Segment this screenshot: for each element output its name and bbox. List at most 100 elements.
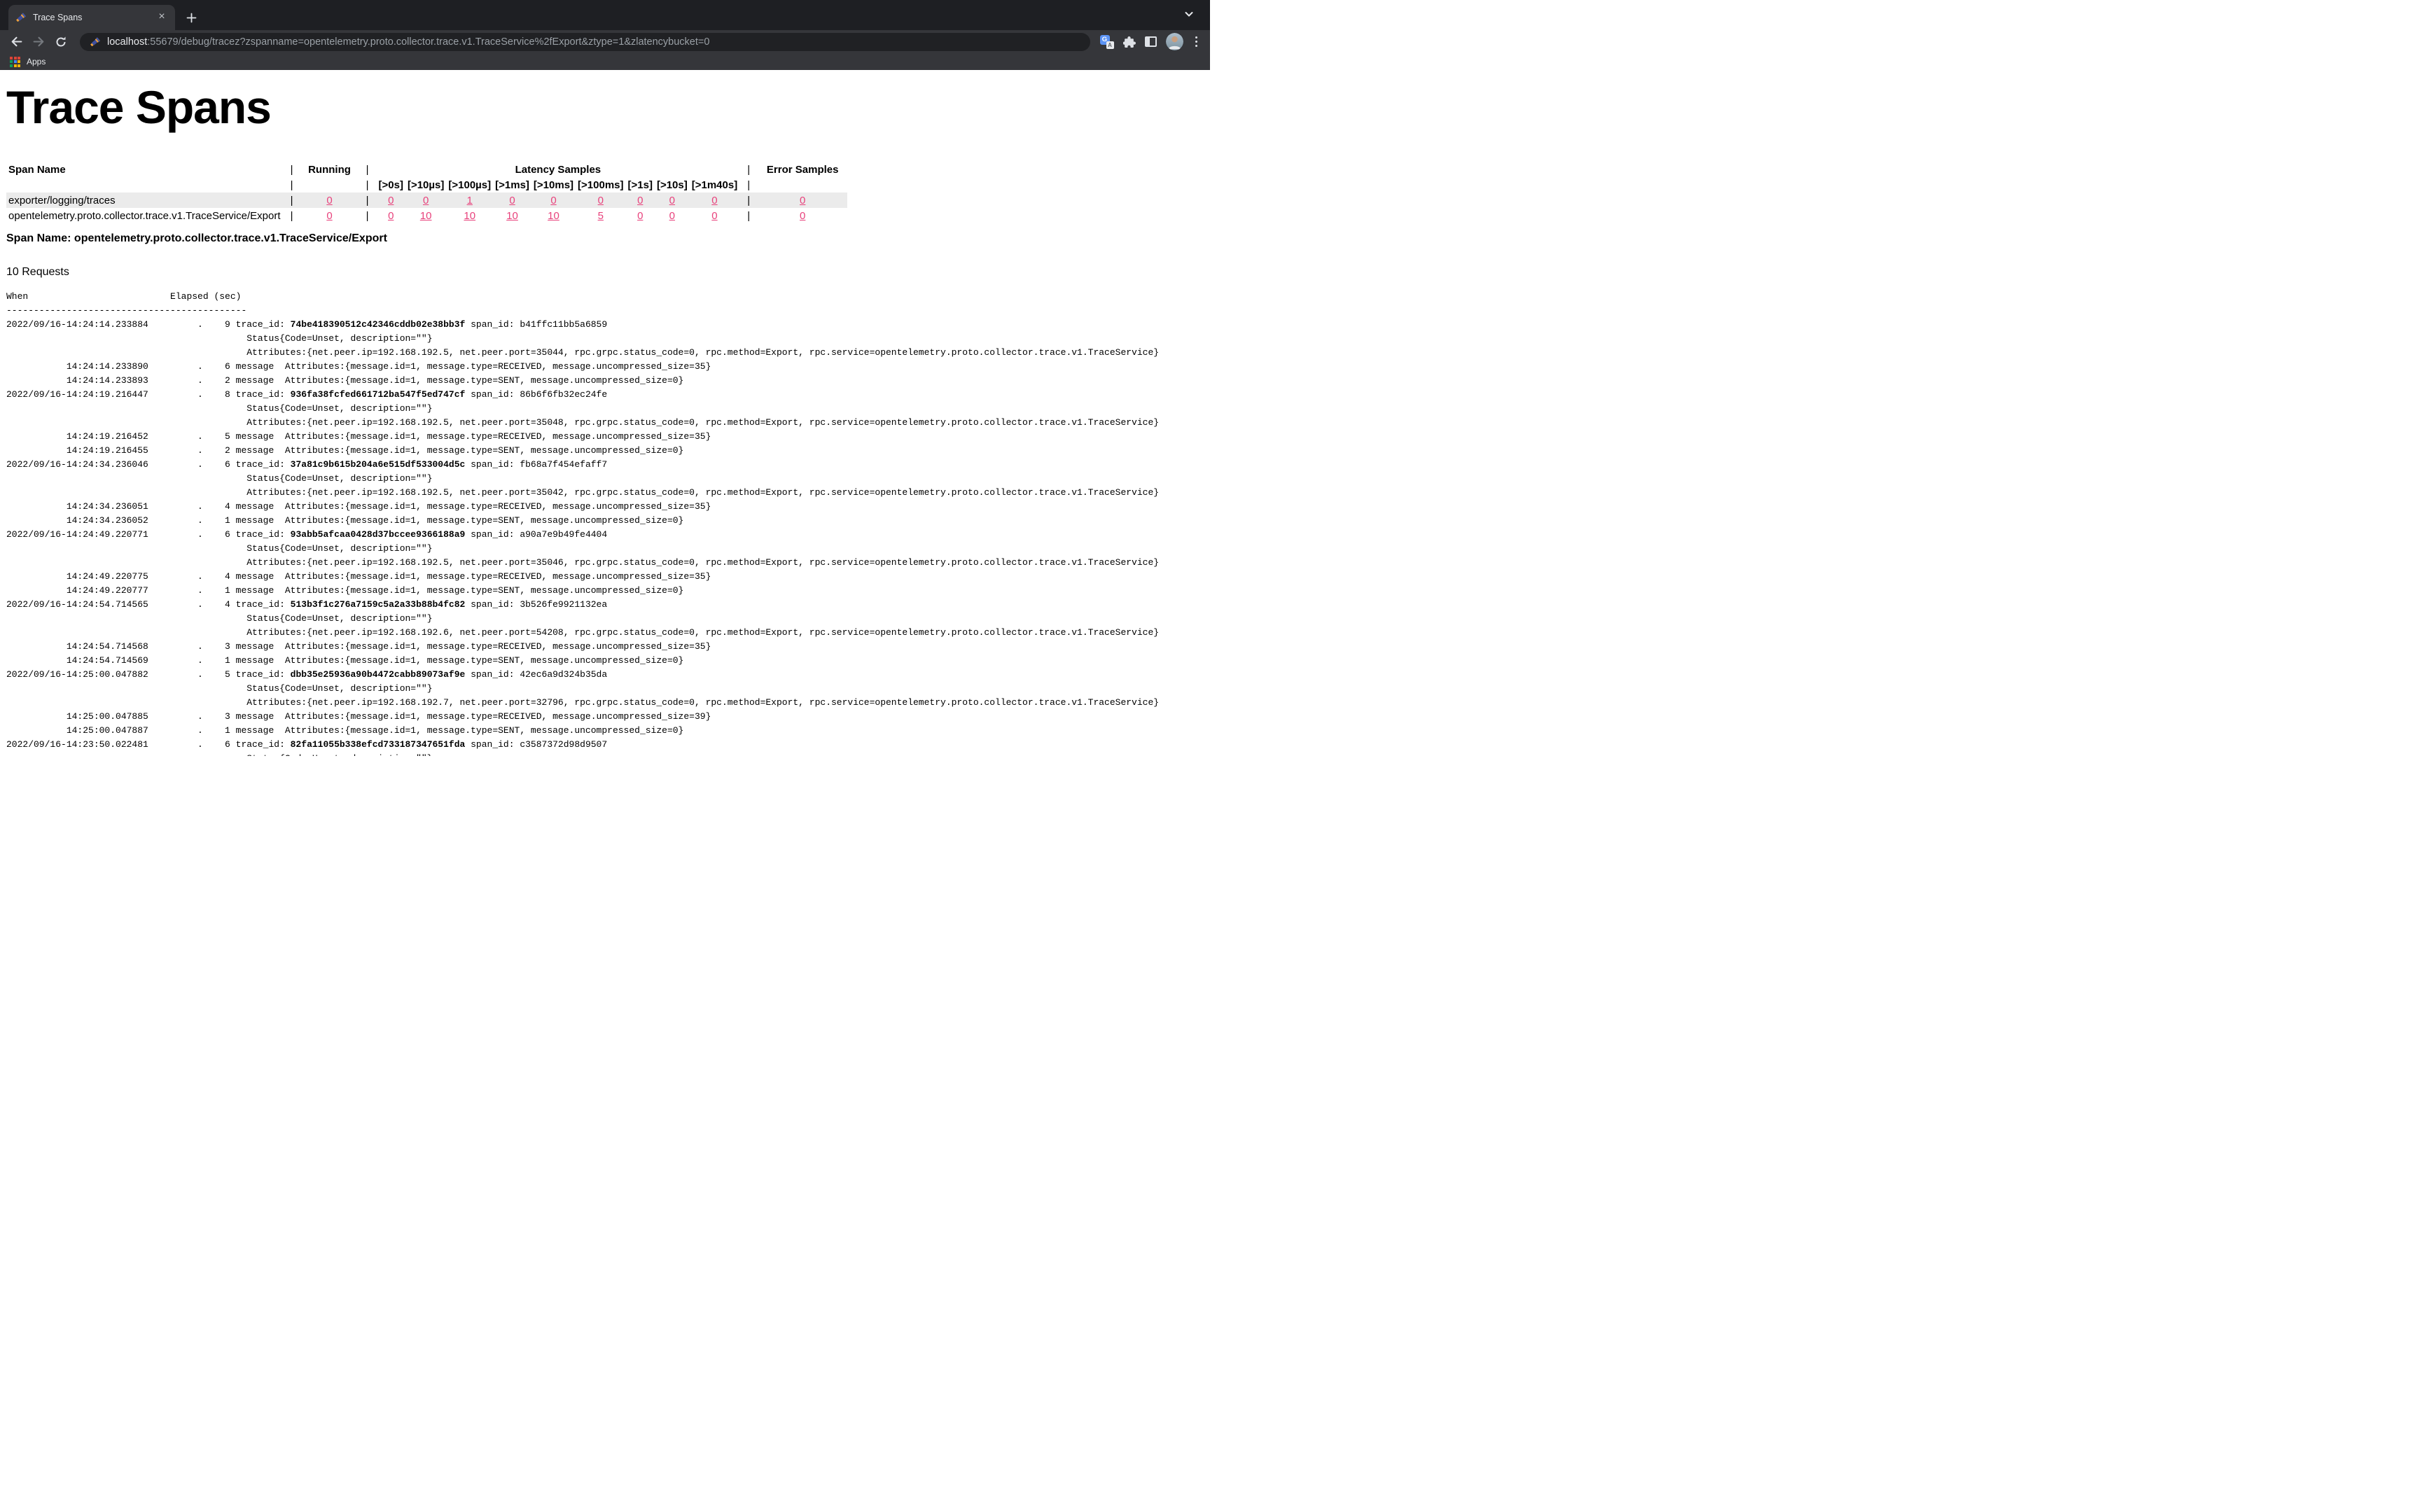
- latency-count-link[interactable]: 0: [388, 195, 394, 206]
- extensions-puzzle-icon[interactable]: [1123, 36, 1136, 48]
- new-tab-button[interactable]: [181, 7, 202, 28]
- side-panel-icon[interactable]: [1145, 36, 1157, 47]
- column-separator: |: [359, 192, 377, 208]
- bucket-label: [>10µs]: [405, 177, 446, 192]
- latency-count-link[interactable]: 0: [423, 195, 429, 206]
- latency-count-link[interactable]: 0: [669, 195, 675, 206]
- bucket-label: [>1s]: [626, 177, 655, 192]
- tracez-page: Trace Spans Span Name | Running | Latenc…: [0, 80, 1210, 756]
- col-error-samples: Error Samples: [758, 162, 847, 177]
- latency-count-link[interactable]: 0: [637, 210, 643, 222]
- browser-chrome: Trace Spans ×: [0, 0, 1210, 70]
- record-message: 14:24:14.233893 . 2 message Attributes:{…: [6, 375, 683, 386]
- selected-span-name: Span Name: opentelemetry.proto.collector…: [6, 232, 1210, 245]
- record-message: 14:24:34.236052 . 1 message Attributes:{…: [6, 515, 683, 526]
- latency-count-link[interactable]: 0: [637, 195, 643, 206]
- latency-count-link[interactable]: 0: [711, 210, 717, 222]
- translate-a: A: [1106, 41, 1114, 49]
- column-separator: |: [283, 192, 301, 208]
- header-divider: ----------------------------------------…: [6, 305, 246, 316]
- latency-count-link[interactable]: 0: [388, 210, 394, 222]
- error-count-link[interactable]: 0: [800, 195, 805, 206]
- span-id: span_id: 3b526fe9921132ea: [465, 599, 607, 610]
- record-attributes: Attributes:{net.peer.ip=192.168.192.5, n…: [6, 417, 1159, 428]
- latency-count-link[interactable]: 1: [467, 195, 473, 206]
- browser-menu-kebab-icon[interactable]: [1192, 36, 1201, 48]
- trace-id: 74be418390512c42346cddb02e38bb3f: [291, 319, 466, 330]
- browser-toolbar: localhost:55679/debug/tracez?zspanname=o…: [0, 30, 1210, 53]
- latency-count-link[interactable]: 10: [420, 210, 432, 222]
- reload-button[interactable]: [52, 33, 70, 51]
- forward-button[interactable]: [29, 33, 48, 51]
- latency-count-link[interactable]: 10: [506, 210, 518, 222]
- tab-strip: Trace Spans ×: [0, 0, 1210, 30]
- record-status: Status{Code=Unset, description=""}: [6, 753, 433, 756]
- col-span-name: Span Name: [6, 162, 283, 177]
- running-count-link[interactable]: 0: [326, 210, 332, 222]
- column-separator: |: [739, 162, 758, 177]
- bookmarks-apps-item[interactable]: Apps: [10, 57, 46, 67]
- trace-id: 513b3f1c276a7159c5a2a33b88b4fc82: [291, 599, 466, 610]
- record-status: Status{Code=Unset, description=""}: [6, 403, 433, 414]
- tab-close-icon[interactable]: ×: [155, 11, 168, 24]
- record-attributes: Attributes:{net.peer.ip=192.168.192.6, n…: [6, 627, 1159, 638]
- translate-icon[interactable]: G A: [1100, 35, 1114, 49]
- record-when: 2022/09/16-14:23:50.022481 . 6 trace_id:: [6, 739, 291, 750]
- column-separator: |: [283, 177, 301, 192]
- trace-id: 37a81c9b615b204a6e515df533004d5c: [291, 459, 466, 470]
- record-attributes: Attributes:{net.peer.ip=192.168.192.5, n…: [6, 347, 1159, 358]
- latency-count-link[interactable]: 0: [550, 195, 556, 206]
- apps-label: Apps: [27, 57, 46, 66]
- table-row: opentelemetry.proto.collector.trace.v1.T…: [6, 208, 847, 223]
- table-row: exporter/logging/traces | 0 | 0 0 1 0 0 …: [6, 192, 847, 208]
- latency-count-link[interactable]: 10: [464, 210, 475, 222]
- latency-count-link[interactable]: 0: [598, 195, 604, 206]
- back-button[interactable]: [7, 33, 25, 51]
- url-path: :55679/debug/tracez?zspanname=openteleme…: [147, 36, 709, 48]
- url-text: localhost:55679/debug/tracez?zspanname=o…: [107, 36, 709, 48]
- bucket-label: [>1m40s]: [690, 177, 739, 192]
- trace-id: 93abb5afcaa0428d37bccee9366188a9: [291, 529, 466, 540]
- running-count-link[interactable]: 0: [326, 195, 332, 206]
- url-bar[interactable]: localhost:55679/debug/tracez?zspanname=o…: [80, 33, 1090, 51]
- column-separator: |: [359, 177, 377, 192]
- trace-record: 2022/09/16-14:24:34.236046 . 6 trace_id:…: [6, 458, 1210, 528]
- trace-id: 936fa38fcfed661712ba547f5ed747cf: [291, 389, 466, 400]
- page-title: Trace Spans: [6, 80, 1210, 134]
- request-count: 10 Requests: [6, 266, 1210, 279]
- record-status: Status{Code=Unset, description=""}: [6, 333, 433, 344]
- toolbar-actions: G A: [1100, 33, 1204, 50]
- col-running: Running: [301, 162, 359, 177]
- record-message: 14:24:54.714568 . 3 message Attributes:{…: [6, 641, 711, 652]
- error-count-link[interactable]: 0: [800, 210, 805, 222]
- column-separator: |: [739, 192, 758, 208]
- column-separator: |: [359, 162, 377, 177]
- record-when: 2022/09/16-14:24:19.216447 . 8 trace_id:: [6, 389, 291, 400]
- latency-count-link[interactable]: 10: [548, 210, 559, 222]
- record-when: 2022/09/16-14:24:49.220771 . 6 trace_id:: [6, 529, 291, 540]
- trace-record: 2022/09/16-14:24:49.220771 . 6 trace_id:…: [6, 528, 1210, 598]
- latency-count-link[interactable]: 0: [509, 195, 515, 206]
- bookmarks-bar: Apps: [0, 53, 1210, 70]
- bucket-header-row: | | [>0s] [>10µs] [>100µs] [>1ms] [>10ms…: [6, 177, 847, 192]
- bucket-label: [>100µs]: [446, 177, 493, 192]
- url-host: localhost: [107, 36, 147, 48]
- bucket-label: [>1ms]: [493, 177, 531, 192]
- browser-tab[interactable]: Trace Spans ×: [8, 5, 175, 30]
- record-attributes: Attributes:{net.peer.ip=192.168.192.5, n…: [6, 487, 1159, 498]
- bucket-label: [>10ms]: [531, 177, 576, 192]
- latency-count-link[interactable]: 0: [669, 210, 675, 222]
- latency-count-link[interactable]: 0: [711, 195, 717, 206]
- record-message: 14:24:49.220775 . 4 message Attributes:{…: [6, 571, 711, 582]
- span-summary-table: Span Name | Running | Latency Samples | …: [6, 162, 847, 223]
- record-attributes: Attributes:{net.peer.ip=192.168.192.7, n…: [6, 697, 1159, 708]
- telescope-favicon-icon: [90, 36, 101, 48]
- tab-search-chevron-icon[interactable]: [1183, 8, 1195, 23]
- span-id: span_id: c3587372d98d9507: [465, 739, 607, 750]
- trace-id: 82fa11055b338efcd733187347651fda: [291, 739, 466, 750]
- latency-count-link[interactable]: 5: [598, 210, 604, 222]
- record-when: 2022/09/16-14:24:34.236046 . 6 trace_id:: [6, 459, 291, 470]
- record-status: Status{Code=Unset, description=""}: [6, 473, 433, 484]
- profile-avatar[interactable]: [1166, 33, 1183, 50]
- trace-record: 2022/09/16-14:25:00.047882 . 5 trace_id:…: [6, 668, 1210, 738]
